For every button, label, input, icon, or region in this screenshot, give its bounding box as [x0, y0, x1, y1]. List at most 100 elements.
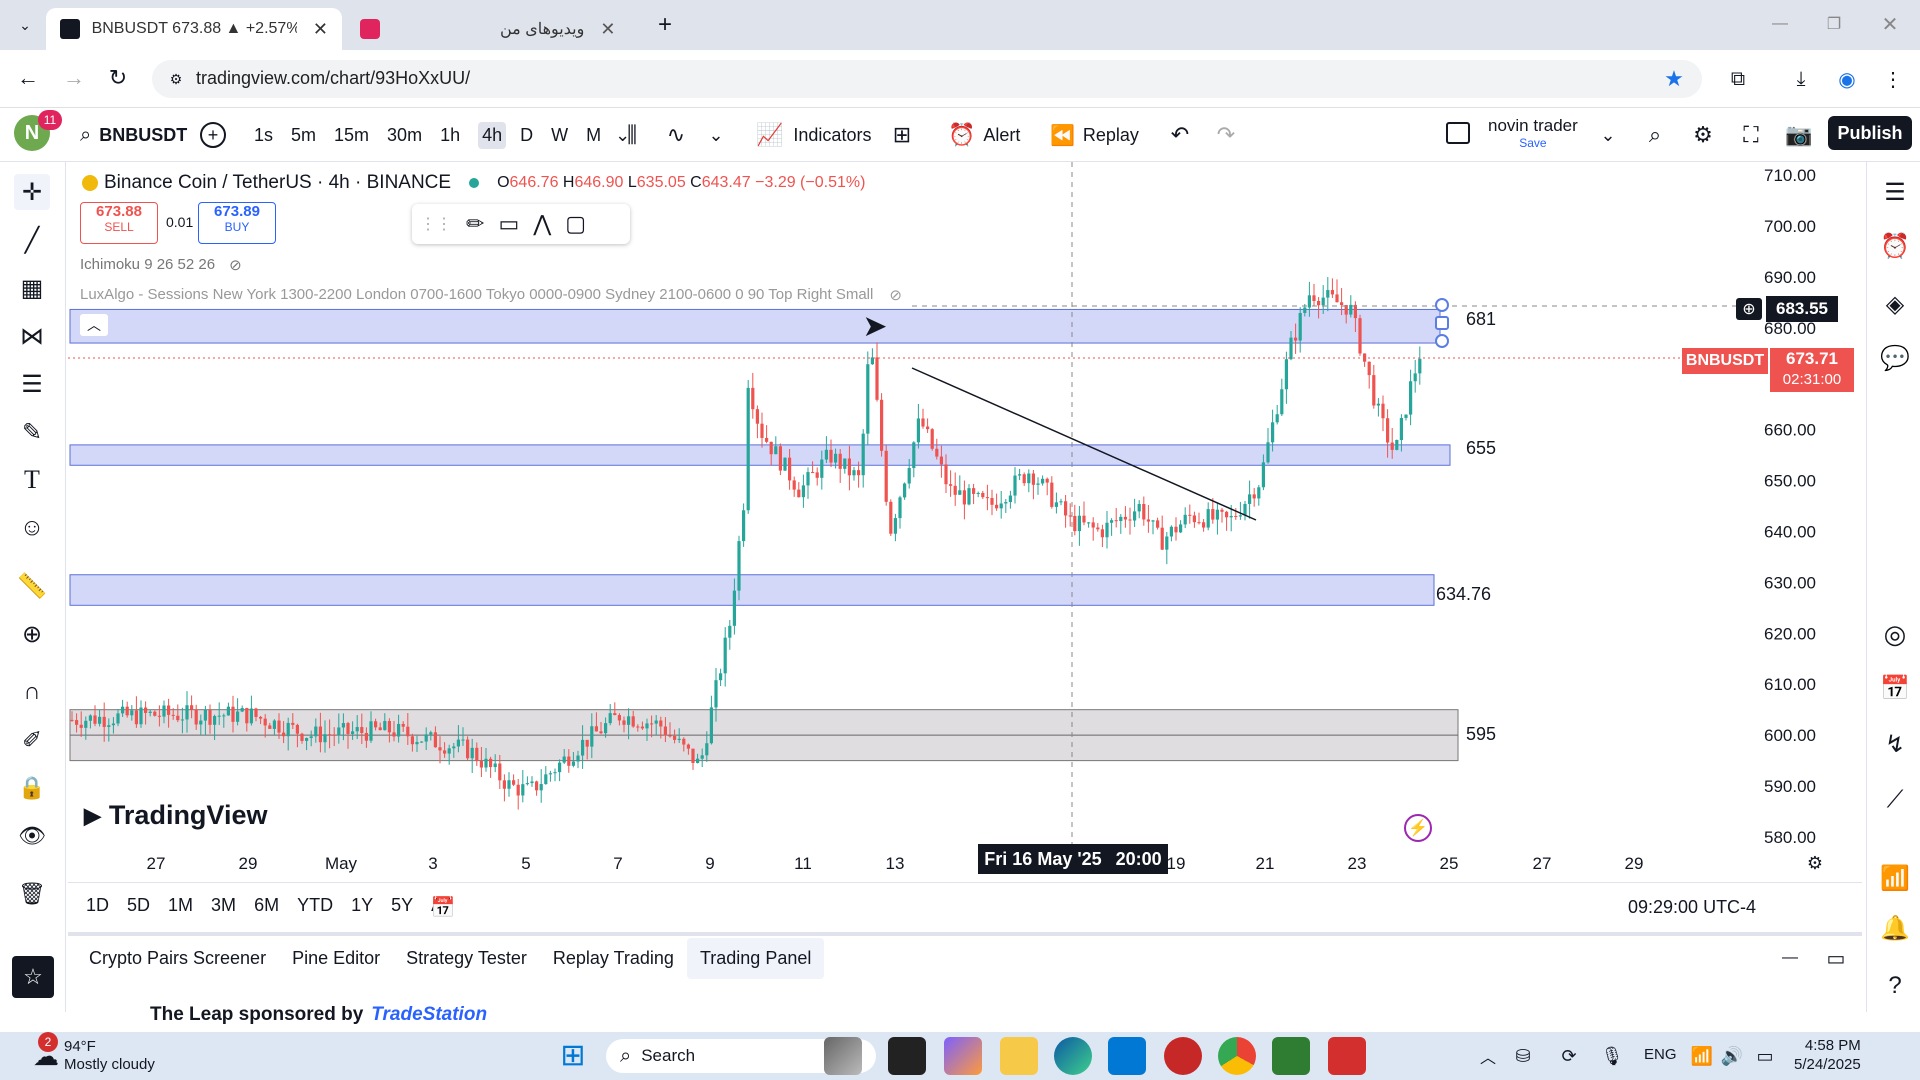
window-close-icon[interactable]: ✕ — [1878, 12, 1902, 36]
profile-icon[interactable]: ◉ — [1834, 66, 1860, 92]
site-info-icon[interactable]: ⚙ — [166, 69, 186, 89]
go-to-date-icon[interactable]: 📅 — [430, 895, 456, 919]
crosshair-icon[interactable]: ✛ — [14, 174, 50, 210]
zone-handle[interactable] — [1435, 298, 1449, 312]
range-button-3m[interactable]: 3M — [211, 895, 236, 916]
magnet-icon[interactable]: ∩ — [14, 674, 50, 710]
panel-tab[interactable]: Pine Editor — [279, 938, 393, 979]
tray-chevron-icon[interactable]: ︿ — [1476, 1044, 1500, 1068]
camera-icon[interactable]: 📷 — [1785, 122, 1812, 148]
back-icon[interactable]: ← — [14, 64, 42, 92]
timeframe-4h[interactable]: 4h — [478, 121, 507, 149]
pattern-icon[interactable]: ⋈ — [14, 318, 50, 354]
help-icon[interactable]: ? — [1877, 968, 1913, 1004]
app-green-icon[interactable] — [1272, 1037, 1310, 1075]
extensions-icon[interactable]: ⧉ — [1725, 66, 1751, 92]
rectangle-icon[interactable]: ▭ — [498, 211, 519, 237]
favorites-star-icon[interactable]: ☆ — [12, 956, 54, 998]
more-menu-icon[interactable]: ⋮ — [1880, 66, 1906, 92]
minimize-panel-icon[interactable]: — — [1778, 946, 1802, 970]
close-icon[interactable]: ✕ — [600, 19, 615, 40]
range-button-1d[interactable]: 1D — [86, 895, 109, 916]
edge-browser-icon[interactable] — [1054, 1037, 1092, 1075]
timeframe-d[interactable]: D — [520, 125, 533, 146]
hidden-eye-icon[interactable]: ⊘ — [889, 286, 902, 304]
emoji-icon[interactable]: ☺ — [14, 510, 50, 546]
indicators-button[interactable]: 📈 Indicators — [756, 122, 871, 148]
taskbar-terminal-icon[interactable] — [888, 1037, 926, 1075]
tab-tradingview[interactable]: BNBUSDT 673.88 ▲ +2.57% no ✕ — [46, 8, 342, 50]
panel-tab[interactable]: Crypto Pairs Screener — [76, 938, 279, 979]
omnibox[interactable]: ⚙ tradingview.com/chart/93HoXxUU/ ★ — [152, 60, 1702, 98]
download-icon[interactable]: ⤓ — [1788, 66, 1814, 92]
algo-icon[interactable]: ↯ — [1877, 726, 1913, 762]
microphone-icon[interactable]: 🎙 — [1600, 1044, 1624, 1068]
range-button-5d[interactable]: 5D — [127, 895, 150, 916]
app-red-icon[interactable] — [1328, 1037, 1366, 1075]
minimize-icon[interactable]: — — [1768, 12, 1792, 36]
pencil-icon[interactable]: ✏ — [466, 211, 484, 237]
indicator-luxalgo[interactable]: LuxAlgo - Sessions New York 1300-2200 Lo… — [80, 286, 902, 304]
layout-box-icon[interactable] — [1446, 122, 1470, 144]
settings-icon[interactable]: ⚙ — [1690, 122, 1716, 148]
range-button-1m[interactable]: 1M — [168, 895, 193, 916]
new-tab-icon[interactable]: + — [652, 11, 678, 38]
timeframe-15m[interactable]: 15m — [334, 125, 369, 146]
panel-tab[interactable]: Replay Trading — [540, 938, 687, 979]
range-button-1y[interactable]: 1Y — [351, 895, 373, 916]
panel-tab[interactable]: Strategy Tester — [393, 938, 540, 979]
language-indicator[interactable]: ENG — [1644, 1046, 1677, 1063]
forecast-icon[interactable]: ☰ — [14, 366, 50, 402]
callout-icon[interactable]: ▢ — [565, 211, 586, 237]
chart-canvas[interactable]: 710.00700.00690.00680.00660.00650.00640.… — [68, 162, 1862, 882]
timeframe-30m[interactable]: 30m — [387, 125, 422, 146]
publish-button[interactable]: Publish — [1828, 116, 1912, 150]
trash-icon[interactable]: 🗑 — [14, 876, 50, 912]
fullscreen-icon[interactable]: ⛶ — [1738, 122, 1764, 148]
tradingview-watermark[interactable]: ▶ TradingView — [84, 800, 267, 831]
timeframe-5m[interactable]: 5m — [291, 125, 316, 146]
range-button-6m[interactable]: 6M — [254, 895, 279, 916]
redo-icon[interactable]: ↷ — [1214, 122, 1238, 148]
layers-icon[interactable]: ◈ — [1877, 286, 1913, 322]
chevron-down-icon[interactable]: ⌄ — [706, 122, 726, 148]
signal-icon[interactable]: 📶 — [1877, 860, 1913, 896]
undo-icon[interactable]: ↶ — [1168, 122, 1192, 148]
hidden-eye-icon[interactable]: ⊘ — [229, 256, 242, 274]
volume-icon[interactable]: 🔊 — [1720, 1044, 1744, 1068]
tab-videos[interactable]: ویدیوهای من ✕ — [346, 8, 636, 50]
watchlist-icon[interactable]: ☰ — [1877, 174, 1913, 210]
tray-app-icon[interactable]: ⛁ — [1510, 1044, 1536, 1068]
zone-handle[interactable] — [1435, 316, 1449, 330]
maximize-icon[interactable]: ❐ — [1822, 12, 1846, 36]
app-p-icon[interactable] — [1164, 1037, 1202, 1075]
replay-button[interactable]: ⏪ Replay — [1050, 122, 1139, 148]
axis-settings-icon[interactable]: ⚙ — [1804, 852, 1826, 874]
timeframe-1h[interactable]: 1h — [440, 125, 460, 146]
brush-icon[interactable]: ✎ — [14, 414, 50, 450]
zoom-in-icon[interactable]: ⊕ — [14, 616, 50, 652]
range-button-ytd[interactable]: YTD — [297, 895, 333, 916]
buy-button[interactable]: 673.89 BUY — [198, 202, 276, 244]
panel-tab[interactable]: Trading Panel — [686, 938, 825, 979]
symbol-title[interactable]: Binance Coin / TetherUS · 4h · BINANCE — [104, 172, 451, 194]
compare-symbol-icon[interactable]: + — [200, 122, 226, 148]
layout-name-button[interactable]: novin trader Save — [1488, 116, 1578, 150]
fib-grid-icon[interactable]: ▦ — [14, 270, 50, 306]
pattern-draw-icon[interactable]: ⋀ — [533, 211, 551, 237]
candles-type-icon[interactable]: ⫼ — [618, 122, 646, 148]
battery-icon[interactable]: ▭ — [1752, 1044, 1778, 1068]
range-button-5y[interactable]: 5Y — [391, 895, 413, 916]
eye-icon[interactable]: 👁 — [14, 818, 50, 854]
alarm-icon[interactable]: ⏰ — [1877, 228, 1913, 264]
chat-icon[interactable]: 💬 — [1877, 340, 1913, 376]
trend-line-icon[interactable]: ╱ — [14, 222, 50, 258]
reload-icon[interactable]: ↻ — [104, 64, 132, 92]
taskbar-app-icon[interactable] — [824, 1037, 862, 1075]
chrome-icon[interactable] — [1218, 1037, 1256, 1075]
timeframe-1s[interactable]: 1s — [254, 125, 273, 146]
add-alert-icon[interactable]: ⊕ — [1736, 298, 1762, 320]
tray-sync-icon[interactable]: ⟳ — [1556, 1044, 1582, 1068]
drag-handle-icon[interactable]: ⋮⋮ — [420, 214, 452, 234]
windows-start-icon[interactable]: ⊞ — [556, 1038, 590, 1072]
